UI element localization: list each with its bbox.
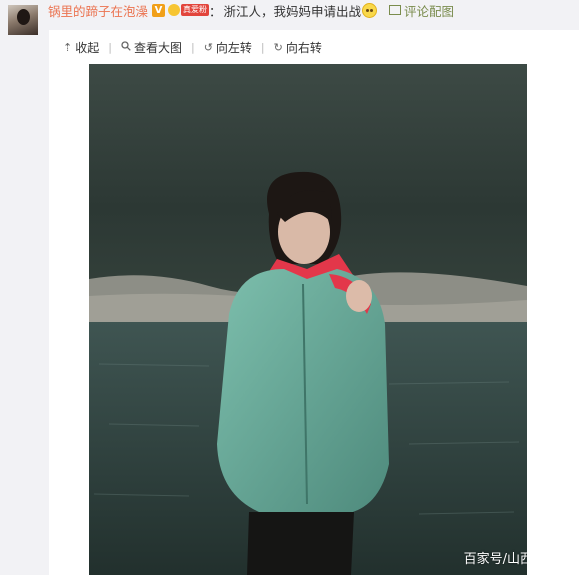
rotate-left-button[interactable]: ↺ 向左转 <box>204 39 252 56</box>
verified-badge-icon: V <box>152 3 166 17</box>
image-icon <box>389 5 402 15</box>
photo-scene <box>89 64 527 575</box>
collapse-up-icon: ⇡ <box>63 40 73 54</box>
pic-comment-label: 评论配图 <box>404 3 455 19</box>
watermark: 百家号/山西 <box>463 552 527 567</box>
shy-face-emoji-icon <box>362 2 378 18</box>
divider: | <box>190 40 195 54</box>
avatar[interactable] <box>8 5 38 35</box>
collapse-label: 收起 <box>75 40 100 55</box>
view-large-button[interactable]: 查看大图 <box>121 39 182 56</box>
fan-level-icon <box>168 4 181 16</box>
divider: | <box>260 40 265 54</box>
comment-photo[interactable]: 百家号/山西 <box>89 64 527 575</box>
collapse-button[interactable]: ⇡ 收起 <box>63 39 99 56</box>
magnifier-icon <box>121 40 131 54</box>
view-large-label: 查看大图 <box>133 40 182 55</box>
rotate-left-label: 向左转 <box>215 40 252 55</box>
fan-badge: 真爱粉 <box>181 4 210 16</box>
pic-comment-link[interactable]: 评论配图 <box>389 1 454 20</box>
image-viewer-card: ⇡ 收起 | 查看大图 | ↺ 向左转 | ↻ 向右转 百家号/山西 <box>49 30 579 575</box>
image-toolbar: ⇡ 收起 | 查看大图 | ↺ 向左转 | ↻ 向右转 <box>63 39 322 55</box>
username-link[interactable]: 锅里的蹄子在泡澡 <box>48 1 148 20</box>
rotate-left-icon: ↺ <box>203 40 213 54</box>
colon: ： <box>209 3 222 19</box>
rotate-right-button[interactable]: ↻ 向右转 <box>274 39 322 56</box>
comment-text: 浙江人，我妈妈申请出战 <box>223 3 362 19</box>
rotate-right-icon: ↻ <box>273 40 283 54</box>
rotate-right-label: 向右转 <box>285 40 322 55</box>
comment-header: 锅里的蹄子在泡澡 V 真爱粉 ： 浙江人，我妈妈申请出战 评论配图 <box>48 1 454 19</box>
divider: | <box>108 40 112 54</box>
